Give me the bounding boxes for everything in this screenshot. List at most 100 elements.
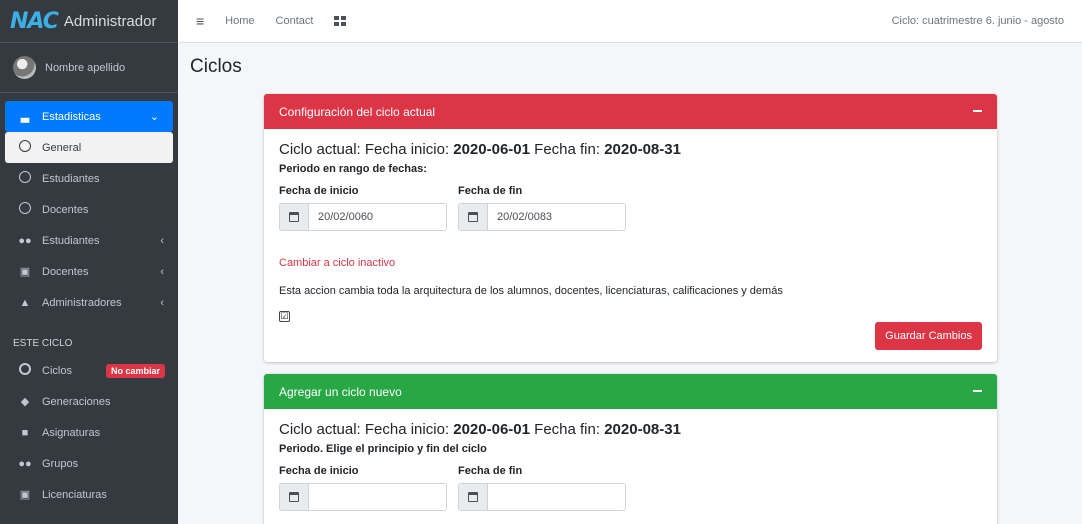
sidebar: NAC Administrador Nombre apellido ▃ Esta… (0, 0, 178, 524)
chevron-left-icon: ‹ (160, 265, 164, 278)
sidebar-item-general[interactable]: General (5, 132, 173, 163)
nav-link-home[interactable]: Home (225, 15, 254, 27)
card-body: Ciclo actual: Fecha inicio: 2020-06-01 F… (264, 409, 997, 511)
chevron-left-icon: ‹ (160, 296, 164, 309)
chevron-down-icon: ⌄ (149, 111, 159, 123)
sidebar-item-label: Estudiantes (42, 172, 100, 185)
inactive-cycle-link[interactable]: Cambiar a ciclo inactivo (279, 257, 982, 269)
circle-icon (17, 171, 33, 186)
current-start-date: 2020-06-01 (453, 421, 530, 438)
save-button[interactable]: Guardar Cambios (875, 322, 982, 350)
sidebar-item-label: General (42, 141, 82, 154)
chalkboard-icon: ▣ (19, 266, 31, 278)
sidebar-item-grupos[interactable]: ●● Grupos (0, 448, 178, 479)
book-icon: ■ (21, 426, 29, 439)
end-date-group (458, 203, 626, 231)
current-cycle-line: Ciclo actual: Fecha inicio: 2020-06-01 F… (279, 419, 982, 441)
sidebar-item-label: Licenciaturas (42, 488, 107, 501)
avatar (13, 56, 36, 79)
user-tie-icon: ▲ (19, 296, 31, 309)
start-date-group (279, 203, 447, 231)
collapse-icon[interactable] (973, 390, 982, 392)
new-end-date-field: Fecha de fin (458, 465, 626, 511)
new-start-date-field: Fecha de inicio (279, 465, 447, 511)
current-start-date: 2020-06-01 (453, 141, 530, 158)
sidebar-item-administradores[interactable]: ▲ Administradores ‹ (0, 287, 178, 318)
sidebar-item-label: Administradores (42, 296, 122, 309)
card-current-cycle: Configuración del ciclo actual Ciclo act… (264, 94, 997, 362)
date-fields: Fecha de inicio Fecha de fin (279, 185, 982, 231)
page-title: Ciclos (190, 56, 242, 77)
cycle-info: Ciclo: cuatrimestre 6. junio - agosto (891, 15, 1064, 27)
sidebar-item-label: Generaciones (42, 395, 111, 408)
end-date-group (458, 483, 626, 511)
graduation-cap-icon: ◆ (20, 396, 30, 408)
calendar-icon[interactable] (280, 484, 309, 510)
sidebar-nav: ▃ Estadisticas ⌄ General Estudiantes Doc… (0, 93, 178, 510)
collapse-icon[interactable] (973, 110, 982, 112)
sidebar-item-estadisticas[interactable]: ▃ Estadisticas ⌄ (5, 101, 173, 132)
current-cycle-prefix: Ciclo actual: Fecha inicio: (279, 141, 450, 158)
end-date-input[interactable] (488, 204, 625, 230)
circle-icon (17, 363, 33, 378)
sidebar-item-estudiantes-stats[interactable]: Estudiantes (0, 163, 178, 194)
start-date-label: Fecha de inicio (279, 465, 359, 477)
sidebar-item-label: Asignaturas (42, 426, 101, 439)
periodo-label: Periodo en rango de fechas: (279, 163, 427, 175)
card-title: Agregar un ciclo nuevo (279, 384, 402, 399)
status-badge: No cambiar (105, 363, 165, 378)
card-title: Configuración del ciclo actual (279, 104, 436, 119)
calendar-icon[interactable] (280, 204, 309, 230)
end-date-label: Fecha de fin (458, 185, 523, 197)
user-name: Nombre apellido (45, 61, 126, 74)
sidebar-item-docentes-stats[interactable]: Docentes (0, 194, 178, 225)
calendar-icon[interactable] (459, 204, 488, 230)
start-date-group (279, 483, 447, 511)
users-icon: ●● (18, 457, 32, 470)
card-header[interactable]: Configuración del ciclo actual (264, 94, 997, 129)
card-body: Ciclo actual: Fecha inicio: 2020-06-01 F… (264, 129, 997, 362)
date-fields: Fecha de inicio Fecha de fin (279, 465, 982, 511)
brand-title: Administrador (63, 12, 157, 30)
current-cycle-line: Ciclo actual: Fecha inicio: 2020-06-01 F… (279, 139, 982, 161)
grid-icon[interactable] (334, 16, 346, 26)
start-date-field: Fecha de inicio (279, 185, 447, 231)
sidebar-item-asignaturas[interactable]: ■ Asignaturas (0, 417, 178, 448)
menu-icon[interactable]: ≡ (196, 13, 204, 29)
sidebar-item-label: Docentes (42, 203, 89, 216)
current-end-date: 2020-08-31 (604, 141, 681, 158)
chart-bar-icon: ▃ (20, 111, 30, 123)
sidebar-item-label: Ciclos (42, 364, 72, 377)
sidebar-item-label: Estudiantes (42, 234, 100, 247)
start-date-label: Fecha de inicio (279, 185, 359, 197)
periodo-label: Periodo. Elige el principio y fin del ci… (279, 443, 487, 455)
sidebar-item-docentes[interactable]: ▣ Docentes ‹ (0, 256, 178, 287)
sidebar-item-ciclos[interactable]: Ciclos No cambiar (0, 355, 178, 386)
nav-link-contact[interactable]: Contact (276, 15, 314, 27)
card-new-cycle: Agregar un ciclo nuevo Ciclo actual: Fec… (264, 374, 997, 524)
confirm-checkbox[interactable]: ☑ (279, 311, 290, 322)
sidebar-item-label: Grupos (42, 457, 79, 470)
card-header[interactable]: Agregar un ciclo nuevo (264, 374, 997, 409)
calendar-icon[interactable] (459, 484, 488, 510)
sidebar-item-label: Estadisticas (42, 110, 101, 123)
new-start-date-input[interactable] (309, 484, 446, 510)
brand-logo: NAC (10, 8, 59, 34)
sidebar-item-estudiantes[interactable]: ●● Estudiantes ‹ (0, 225, 178, 256)
chevron-left-icon: ‹ (160, 234, 164, 247)
warning-text: Esta accion cambia toda la arquitectura … (279, 285, 783, 297)
new-end-date-input[interactable] (488, 484, 625, 510)
current-end-label: Fecha fin: (534, 141, 601, 158)
sidebar-item-label: Docentes (42, 265, 89, 278)
user-panel[interactable]: Nombre apellido (0, 43, 178, 93)
brand[interactable]: NAC Administrador (0, 0, 178, 43)
circle-icon (17, 140, 33, 155)
start-date-input[interactable] (309, 204, 446, 230)
users-icon: ●● (18, 234, 32, 247)
end-date-field: Fecha de fin (458, 185, 626, 231)
sidebar-item-generaciones[interactable]: ◆ Generaciones (0, 386, 178, 417)
sidebar-item-licenciaturas[interactable]: ▣ Licenciaturas (0, 479, 178, 510)
topbar: ≡ Home Contact Ciclo: cuatrimestre 6. ju… (178, 0, 1082, 43)
current-cycle-prefix: Ciclo actual: Fecha inicio: (279, 421, 450, 438)
sidebar-section-header: ESTE CICLO (13, 338, 73, 349)
